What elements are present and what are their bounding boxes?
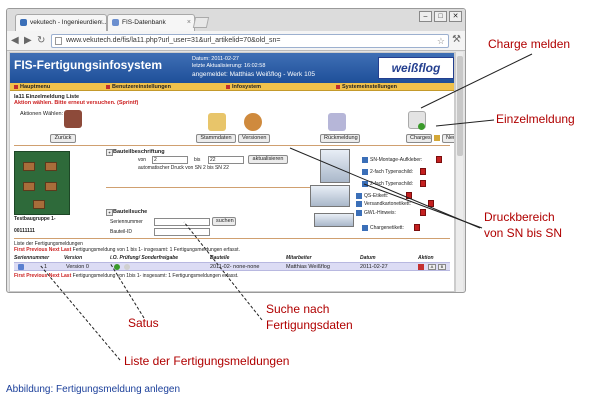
leader-search <box>183 221 263 321</box>
leader-single <box>435 119 495 127</box>
annotation-print-range-2: von SN bis SN <box>484 226 563 240</box>
leader-print-range <box>289 147 481 229</box>
annotation-search-2: Fertigungsdaten <box>266 318 353 332</box>
leader-charge <box>420 53 533 109</box>
annotation-search-1: Suche nach <box>266 302 330 316</box>
annotation-print-range-1: Druckbereich <box>484 210 555 224</box>
leader-list <box>39 264 121 361</box>
annotation-lines <box>39 53 533 361</box>
leader-status <box>109 262 145 319</box>
annotation-charge: Charge melden <box>488 37 571 51</box>
figure-caption: Abbildung: Fertigungsmeldung anlegen <box>6 384 181 395</box>
leader-print-items <box>363 183 483 229</box>
annotation-single: Einzelmeldung <box>496 112 575 126</box>
annotation-status: Satus <box>128 316 159 330</box>
annotation-list: Liste der Fertigungsmeldungen <box>124 354 290 368</box>
